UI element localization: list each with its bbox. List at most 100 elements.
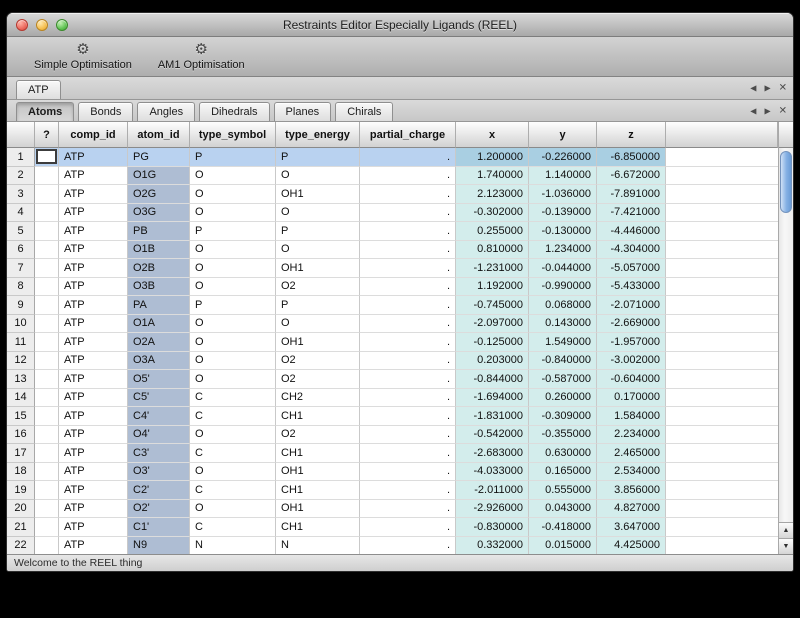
cell-partial_charge[interactable]: . — [360, 222, 456, 241]
cell-comp_id[interactable]: ATP — [59, 296, 128, 315]
row-number[interactable]: 8 — [7, 278, 35, 297]
cell-z[interactable]: 4.827000 — [597, 500, 666, 519]
cell-type_energy[interactable]: O2 — [276, 426, 360, 445]
table-row[interactable]: 14ATPC5'CCH2.-1.6940000.2600000.170000 — [7, 389, 778, 408]
close-window-button[interactable] — [16, 19, 28, 31]
cell-comp_id[interactable]: ATP — [59, 259, 128, 278]
cell-type_symbol[interactable]: O — [190, 259, 276, 278]
row-number[interactable]: 4 — [7, 204, 35, 223]
cell-z[interactable]: -5.433000 — [597, 278, 666, 297]
cell-atom_id[interactable]: O2B — [128, 259, 190, 278]
cell-q[interactable] — [35, 389, 59, 408]
cell-comp_id[interactable]: ATP — [59, 407, 128, 426]
cell-type_energy[interactable]: P — [276, 222, 360, 241]
cell-type_energy[interactable]: CH1 — [276, 444, 360, 463]
cell-atom_id[interactable]: C1' — [128, 518, 190, 537]
minimize-window-button[interactable] — [36, 19, 48, 31]
cell-partial_charge[interactable]: . — [360, 333, 456, 352]
table-row[interactable]: 11ATPO2AOOH1.-0.1250001.549000-1.957000 — [7, 333, 778, 352]
cell-x[interactable]: 0.255000 — [456, 222, 529, 241]
cell-q[interactable] — [35, 333, 59, 352]
column-header-atom_id[interactable]: atom_id — [128, 122, 190, 148]
cell-x[interactable]: -0.844000 — [456, 370, 529, 389]
cell-partial_charge[interactable]: . — [360, 296, 456, 315]
cell-comp_id[interactable]: ATP — [59, 315, 128, 334]
cell-partial_charge[interactable]: . — [360, 481, 456, 500]
cell-x[interactable]: 1.192000 — [456, 278, 529, 297]
cell-type_symbol[interactable]: O — [190, 315, 276, 334]
cell-atom_id[interactable]: O1B — [128, 241, 190, 260]
column-header-y[interactable]: y — [529, 122, 597, 148]
cell-type_energy[interactable]: O2 — [276, 278, 360, 297]
cell-x[interactable]: -0.745000 — [456, 296, 529, 315]
cell-y[interactable]: -0.309000 — [529, 407, 597, 426]
cell-atom_id[interactable]: PA — [128, 296, 190, 315]
tab-chirals[interactable]: Chirals — [335, 102, 393, 121]
cell-partial_charge[interactable]: . — [360, 389, 456, 408]
cell-type_energy[interactable]: O — [276, 167, 360, 186]
cell-y[interactable]: 1.234000 — [529, 241, 597, 260]
cell-atom_id[interactable]: PG — [128, 148, 190, 167]
table-row[interactable]: 20ATPO2'OOH1.-2.9260000.0430004.827000 — [7, 500, 778, 519]
cell-atom_id[interactable]: C2' — [128, 481, 190, 500]
table-row[interactable]: 1ATPPGPP.1.200000-0.226000-6.850000 — [7, 148, 778, 167]
cell-x[interactable]: -0.302000 — [456, 204, 529, 223]
cell-z[interactable]: 3.647000 — [597, 518, 666, 537]
cell-type_symbol[interactable]: C — [190, 481, 276, 500]
cell-q[interactable] — [35, 537, 59, 555]
cell-comp_id[interactable]: ATP — [59, 185, 128, 204]
cell-type_symbol[interactable]: O — [190, 463, 276, 482]
cell-q[interactable] — [35, 296, 59, 315]
column-header-comp_id[interactable]: comp_id — [59, 122, 128, 148]
cell-atom_id[interactable]: O2G — [128, 185, 190, 204]
zoom-window-button[interactable] — [56, 19, 68, 31]
cell-atom_id[interactable]: O3A — [128, 352, 190, 371]
row-number[interactable]: 13 — [7, 370, 35, 389]
cell-type_symbol[interactable]: C — [190, 518, 276, 537]
cell-x[interactable]: -4.033000 — [456, 463, 529, 482]
row-number[interactable]: 1 — [7, 148, 35, 167]
cell-y[interactable]: -0.226000 — [529, 148, 597, 167]
table-row[interactable]: 21ATPC1'CCH1.-0.830000-0.4180003.647000 — [7, 518, 778, 537]
cell-partial_charge[interactable]: . — [360, 315, 456, 334]
cell-comp_id[interactable]: ATP — [59, 333, 128, 352]
cell-atom_id[interactable]: O3' — [128, 463, 190, 482]
row-number[interactable]: 5 — [7, 222, 35, 241]
cell-atom_id[interactable]: O3B — [128, 278, 190, 297]
cell-x[interactable]: -0.830000 — [456, 518, 529, 537]
cell-y[interactable]: -0.044000 — [529, 259, 597, 278]
cell-type_energy[interactable]: CH1 — [276, 407, 360, 426]
cell-x[interactable]: -2.683000 — [456, 444, 529, 463]
cell-comp_id[interactable]: ATP — [59, 352, 128, 371]
cell-partial_charge[interactable]: . — [360, 518, 456, 537]
cell-q[interactable] — [35, 518, 59, 537]
table-row[interactable]: 16ATPO4'OO2.-0.542000-0.3550002.234000 — [7, 426, 778, 445]
row-number[interactable]: 14 — [7, 389, 35, 408]
cell-partial_charge[interactable]: . — [360, 241, 456, 260]
column-header-partial_charge[interactable]: partial_charge — [360, 122, 456, 148]
cell-type_energy[interactable]: CH1 — [276, 481, 360, 500]
cell-y[interactable]: -0.990000 — [529, 278, 597, 297]
cell-type_symbol[interactable]: O — [190, 500, 276, 519]
cell-q[interactable] — [35, 204, 59, 223]
cell-type_symbol[interactable]: O — [190, 167, 276, 186]
tab-close-icon[interactable]: ✕ — [779, 83, 787, 94]
tab-bonds[interactable]: Bonds — [78, 102, 133, 121]
table-row[interactable]: 22ATPN9NN.0.3320000.0150004.425000 — [7, 537, 778, 555]
cell-type_symbol[interactable]: O — [190, 426, 276, 445]
cell-comp_id[interactable]: ATP — [59, 204, 128, 223]
cell-type_symbol[interactable]: C — [190, 407, 276, 426]
cell-y[interactable]: 0.165000 — [529, 463, 597, 482]
cell-partial_charge[interactable]: . — [360, 278, 456, 297]
tab-dihedrals[interactable]: Dihedrals — [199, 102, 269, 121]
cell-atom_id[interactable]: O2A — [128, 333, 190, 352]
vertical-scrollbar[interactable]: ▲ ▼ — [778, 122, 793, 554]
cell-z[interactable]: -7.421000 — [597, 204, 666, 223]
cell-z[interactable]: -2.669000 — [597, 315, 666, 334]
table-row[interactable]: 12ATPO3AOO2.0.203000-0.840000-3.002000 — [7, 352, 778, 371]
cell-partial_charge[interactable]: . — [360, 500, 456, 519]
cell-comp_id[interactable]: ATP — [59, 500, 128, 519]
cell-type_energy[interactable]: O — [276, 204, 360, 223]
cell-x[interactable]: -2.011000 — [456, 481, 529, 500]
cell-type_symbol[interactable]: C — [190, 444, 276, 463]
